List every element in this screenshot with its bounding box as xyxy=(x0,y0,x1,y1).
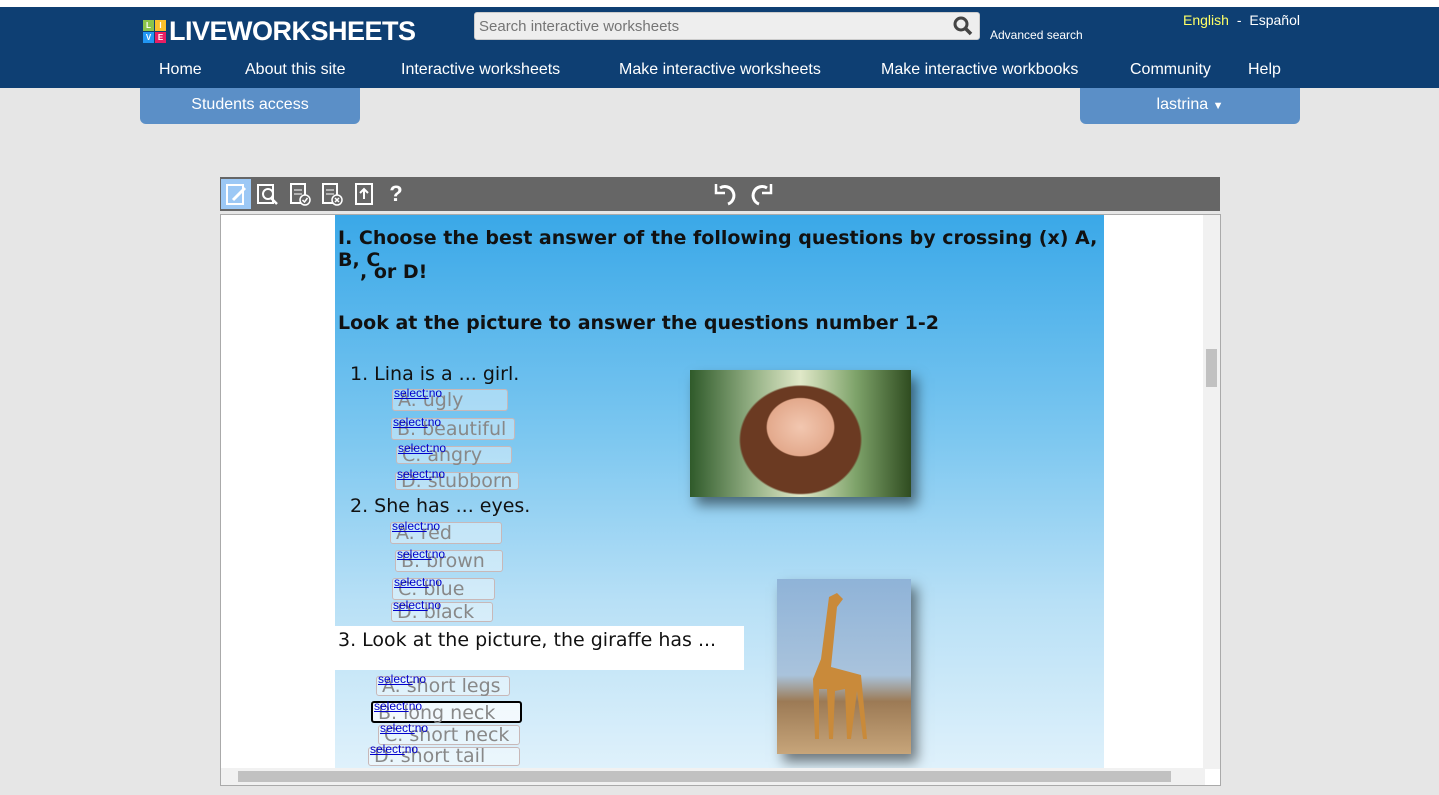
select-dropdown[interactable]: select:no xyxy=(394,383,442,403)
nav-interactive-worksheets[interactable]: Interactive worksheets xyxy=(401,61,560,79)
worksheet-toolbar: ? xyxy=(220,177,1220,211)
tile: I xyxy=(155,20,166,31)
nav-home[interactable]: Home xyxy=(159,61,202,79)
question-2: 2. She has ... eyes. xyxy=(350,495,531,517)
lang-espanol[interactable]: Español xyxy=(1249,12,1300,28)
select-dropdown[interactable]: select:no xyxy=(393,412,441,432)
giraffe-photo xyxy=(777,579,911,754)
nav-make-worksheets[interactable]: Make interactive worksheets xyxy=(619,61,821,79)
advanced-search-link[interactable]: Advanced search xyxy=(990,28,1083,42)
search-box xyxy=(474,12,980,40)
select-dropdown[interactable]: select:no xyxy=(393,596,441,614)
horizontal-scrollbar[interactable] xyxy=(221,768,1205,785)
header: L I V E LIVEWORKSHEETS Advanced search E… xyxy=(0,7,1439,88)
question-3: 3. Look at the picture, the giraffe has … xyxy=(335,626,744,670)
q1-option-b[interactable]: B. beautiful select:no xyxy=(391,415,515,440)
caret-down-icon: ▼ xyxy=(1212,100,1224,112)
check-answers-icon[interactable] xyxy=(285,179,315,209)
tile: E xyxy=(155,32,166,43)
q3-option-d[interactable]: D. short tail select:no xyxy=(368,742,520,766)
worksheet-frame: I. Choose the best answer of the followi… xyxy=(220,214,1221,786)
lang-english[interactable]: English xyxy=(1183,12,1229,28)
select-dropdown[interactable]: select:no xyxy=(392,516,440,536)
logo-tiles-icon: L I V E xyxy=(143,20,166,43)
q2-option-a[interactable]: A. red select:no xyxy=(390,519,502,544)
instruction-1: I. Choose the best answer of the followi… xyxy=(338,227,1098,271)
select-dropdown[interactable]: select:no xyxy=(397,544,445,564)
undo-icon[interactable] xyxy=(712,179,742,209)
tile: L xyxy=(143,20,154,31)
horizontal-scroll-thumb[interactable] xyxy=(238,771,1171,782)
top-strip xyxy=(0,0,1439,7)
select-dropdown[interactable]: select:no xyxy=(370,741,418,758)
username: lastrina xyxy=(1156,96,1209,113)
students-access-button[interactable]: Students access xyxy=(140,88,360,124)
instruction-2: Look at the picture to answer the questi… xyxy=(338,312,939,334)
q1-option-a[interactable]: A. ugly select:no xyxy=(392,386,508,411)
tile: V xyxy=(143,32,154,43)
clear-answers-icon[interactable] xyxy=(317,179,347,209)
q3-option-a[interactable]: A. short legs select:no xyxy=(376,672,510,696)
instruction-1-continued: , or D! xyxy=(360,261,428,283)
q1-option-d[interactable]: D. stubborn select:no xyxy=(395,467,519,491)
select-dropdown[interactable]: select:no xyxy=(394,572,442,592)
user-menu-button[interactable]: lastrina ▼ xyxy=(1080,88,1300,124)
girl-photo xyxy=(690,370,911,497)
nav-community[interactable]: Community xyxy=(1130,61,1211,79)
vertical-scrollbar[interactable] xyxy=(1203,215,1220,769)
preview-icon[interactable] xyxy=(253,179,283,209)
q1-option-c[interactable]: C. angry select:no xyxy=(396,441,512,465)
nav-make-workbooks[interactable]: Make interactive workbooks xyxy=(881,61,1078,79)
vertical-scroll-thumb[interactable] xyxy=(1206,349,1217,387)
worksheet-page: I. Choose the best answer of the followi… xyxy=(335,215,1104,769)
nav-about[interactable]: About this site xyxy=(245,61,346,79)
edit-icon[interactable] xyxy=(221,179,251,209)
help-icon[interactable]: ? xyxy=(381,179,411,209)
q2-option-b[interactable]: B. brown select:no xyxy=(395,547,503,572)
select-dropdown[interactable]: select:no xyxy=(397,466,445,482)
select-dropdown[interactable]: select:no xyxy=(380,719,428,737)
select-dropdown[interactable]: select:no xyxy=(378,670,426,688)
search-input[interactable] xyxy=(475,13,945,39)
nav-help[interactable]: Help xyxy=(1248,61,1281,79)
select-dropdown[interactable]: select:no xyxy=(374,696,422,716)
question-1: 1. Lina is a ... girl. xyxy=(350,363,520,385)
lang-separator: - xyxy=(1236,12,1242,28)
language-switch: English - Español xyxy=(1183,12,1300,28)
search-icon[interactable] xyxy=(953,16,973,41)
logo[interactable]: L I V E LIVEWORKSHEETS xyxy=(143,16,416,47)
logo-text: LIVEWORKSHEETS xyxy=(169,16,416,46)
redo-icon[interactable] xyxy=(745,179,775,209)
select-dropdown[interactable]: select:no xyxy=(398,440,446,456)
upload-icon[interactable] xyxy=(349,179,379,209)
q2-option-d[interactable]: D. black select:no xyxy=(391,598,493,622)
